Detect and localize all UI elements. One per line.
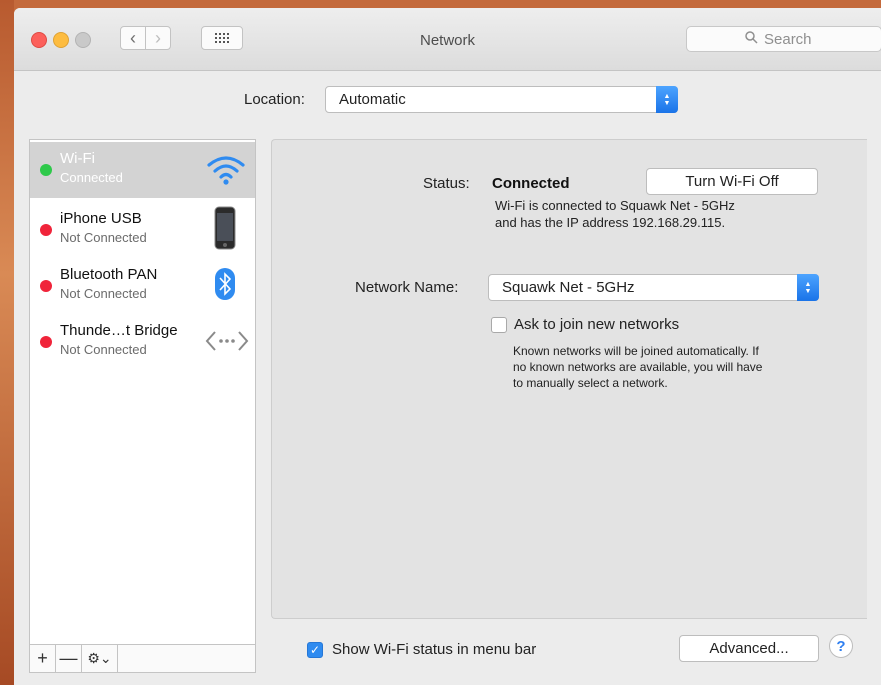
service-status: Not Connected — [60, 286, 147, 301]
popup-stepper-icon: ▲ ▼ — [797, 274, 819, 301]
ask-join-label[interactable]: Ask to join new networks — [514, 316, 679, 333]
action-menu-button[interactable]: ⚙⌄ — [82, 644, 118, 673]
search-icon — [745, 31, 758, 47]
status-description: Wi-Fi is connected to Squawk Net - 5GHz … — [495, 197, 835, 231]
service-status: Not Connected — [60, 230, 147, 245]
service-item-wifi[interactable]: Wi-Fi Connected — [30, 142, 255, 198]
thunderbolt-bridge-icon — [205, 329, 249, 358]
status-label: Status: — [423, 175, 470, 192]
location-value: Automatic — [339, 91, 406, 108]
add-service-button[interactable]: + — [30, 644, 56, 673]
desktop-background — [0, 0, 14, 685]
wifi-icon — [206, 154, 246, 191]
turn-wifi-off-button[interactable]: Turn Wi-Fi Off — [646, 168, 818, 195]
ask-desc-line: to manually select a network. — [513, 376, 668, 390]
status-desc-line: Wi-Fi is connected to Squawk Net - 5GHz — [495, 198, 735, 213]
status-desc-line: and has the IP address 192.168.29.115. — [495, 215, 726, 230]
service-list[interactable]: Wi-Fi Connected iPhone USB Not Connected… — [29, 139, 256, 645]
status-dot — [40, 164, 52, 176]
service-name: iPhone USB — [60, 210, 142, 227]
service-item-bluetooth-pan[interactable]: Bluetooth PAN Not Connected — [30, 256, 255, 312]
service-status: Connected — [60, 170, 123, 185]
location-popup[interactable]: Automatic ▲ ▼ — [325, 86, 678, 113]
search-placeholder: Search — [764, 30, 812, 48]
gear-icon: ⚙⌄ — [87, 650, 112, 666]
status-dot — [40, 336, 52, 348]
ask-join-description: Known networks will be joined automatica… — [513, 343, 823, 391]
service-item-iphone-usb[interactable]: iPhone USB Not Connected — [30, 200, 255, 256]
network-name-popup[interactable]: Squawk Net - 5GHz ▲ ▼ — [488, 274, 819, 301]
titlebar: ‹ › Network Search — [14, 8, 881, 71]
advanced-button[interactable]: Advanced... — [679, 635, 819, 662]
status-dot — [40, 224, 52, 236]
service-list-toolbar: + — ⚙⌄ — [29, 644, 256, 673]
ask-desc-line: Known networks will be joined automatica… — [513, 344, 759, 358]
help-button[interactable]: ? — [829, 634, 853, 658]
remove-service-button[interactable]: — — [56, 644, 82, 673]
iphone-icon — [214, 206, 236, 255]
service-name: Thunde…t Bridge — [60, 322, 178, 339]
network-name-label: Network Name: — [355, 279, 459, 296]
service-item-thunderbolt-bridge[interactable]: Thunde…t Bridge Not Connected — [30, 312, 255, 368]
bluetooth-icon — [215, 268, 235, 305]
search-field[interactable]: Search — [686, 26, 881, 52]
checkmark-icon: ✓ — [309, 643, 321, 657]
service-name: Wi-Fi — [60, 150, 95, 167]
network-name-value: Squawk Net - 5GHz — [502, 279, 635, 296]
service-name: Bluetooth PAN — [60, 266, 158, 283]
status-value: Connected — [492, 175, 570, 192]
service-status: Not Connected — [60, 342, 147, 357]
ask-join-checkbox[interactable] — [491, 317, 507, 333]
show-status-checkbox[interactable]: ✓ — [307, 642, 323, 658]
location-label: Location: — [244, 91, 305, 108]
ask-desc-line: no known networks are available, you wil… — [513, 360, 763, 374]
show-status-label[interactable]: Show Wi-Fi status in menu bar — [332, 641, 536, 658]
popup-stepper-icon: ▲ ▼ — [656, 86, 678, 113]
status-dot — [40, 280, 52, 292]
